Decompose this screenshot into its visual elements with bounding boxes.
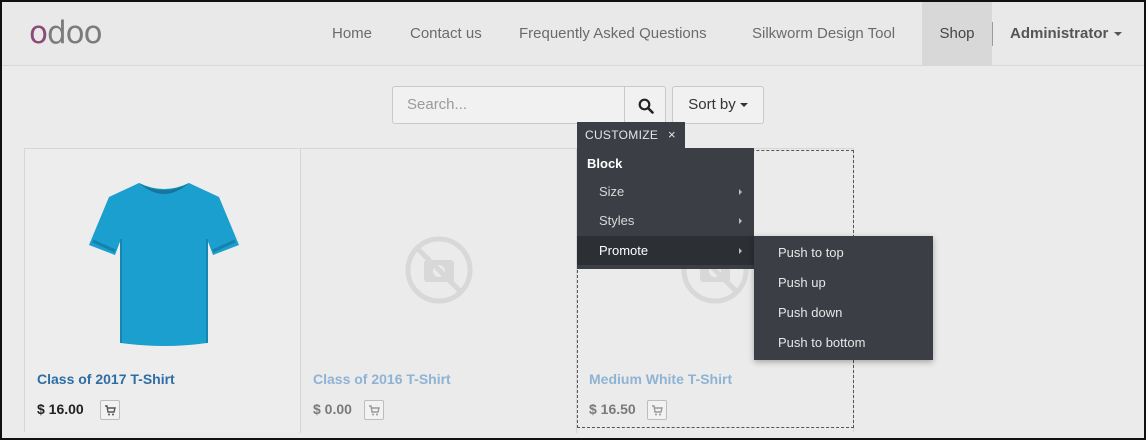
customize-menu: Block Size Styles Promote	[577, 148, 754, 269]
nav-contact-us[interactable]: Contact us	[410, 2, 482, 66]
tshirt-image	[89, 183, 239, 346]
cart-icon	[105, 405, 116, 416]
product-card[interactable]: Class of 2016 T-Shirt $ 0.00	[301, 149, 577, 433]
menu-item-label: Styles	[599, 213, 635, 228]
browser-frame: odoo Home Contact us Frequently Asked Qu…	[0, 0, 1146, 440]
push-down-option[interactable]: Push down	[754, 298, 933, 327]
promote-submenu: Push to top Push up Push down Push to bo…	[754, 236, 933, 360]
logo-mark: o	[29, 15, 48, 51]
menu-item-styles[interactable]: Styles	[577, 206, 754, 235]
menu-heading-block: Block	[587, 156, 623, 171]
search-button[interactable]	[624, 86, 666, 124]
sort-by-dropdown[interactable]: Sort by	[672, 86, 764, 124]
chevron-down-icon	[739, 103, 748, 108]
search-icon	[638, 98, 654, 114]
add-to-cart-button[interactable]	[100, 400, 120, 420]
menu-item-label: Size	[599, 184, 625, 199]
product-price: $ 16.00	[37, 401, 84, 417]
push-to-top-option[interactable]: Push to top	[754, 238, 933, 267]
odoo-logo[interactable]: odoo	[29, 15, 103, 51]
add-to-cart-button[interactable]	[364, 400, 384, 420]
customize-label: CUSTOMIZE	[585, 128, 659, 142]
menu-item-promote[interactable]: Promote	[577, 236, 754, 265]
product-name[interactable]: Class of 2016 T-Shirt	[313, 371, 451, 387]
cart-icon	[369, 405, 380, 416]
nav-shop[interactable]: Shop	[922, 2, 992, 66]
search-input[interactable]: Search...	[392, 86, 625, 124]
nav-home[interactable]: Home	[332, 2, 372, 66]
menu-item-size[interactable]: Size	[577, 177, 754, 206]
nav-divider	[992, 22, 993, 46]
user-name: Administrator	[1010, 25, 1109, 42]
no-image-icon	[405, 236, 473, 304]
push-up-option[interactable]: Push up	[754, 268, 933, 297]
nav-silkworm-design-tool[interactable]: Silkworm Design Tool	[752, 2, 895, 66]
push-to-bottom-option[interactable]: Push to bottom	[754, 328, 933, 357]
top-navbar: odoo Home Contact us Frequently Asked Qu…	[2, 2, 1144, 66]
product-price: $ 0.00	[313, 401, 352, 417]
chevron-down-icon	[1114, 32, 1123, 37]
close-icon[interactable]: ×	[668, 122, 676, 148]
chevron-right-icon	[739, 248, 742, 254]
customize-tab[interactable]: CUSTOMIZE ×	[577, 122, 685, 148]
logo-text: doo	[46, 15, 103, 51]
menu-item-label: Promote	[599, 243, 649, 258]
nav-faq[interactable]: Frequently Asked Questions	[519, 2, 707, 66]
user-menu[interactable]: Administrator	[1010, 2, 1123, 66]
chevron-right-icon	[739, 218, 742, 224]
product-name[interactable]: Class of 2017 T-Shirt	[37, 371, 175, 387]
chevron-right-icon	[739, 189, 742, 195]
sort-by-label: Sort by	[688, 96, 736, 113]
product-card[interactable]: Class of 2017 T-Shirt $ 16.00	[25, 149, 301, 433]
